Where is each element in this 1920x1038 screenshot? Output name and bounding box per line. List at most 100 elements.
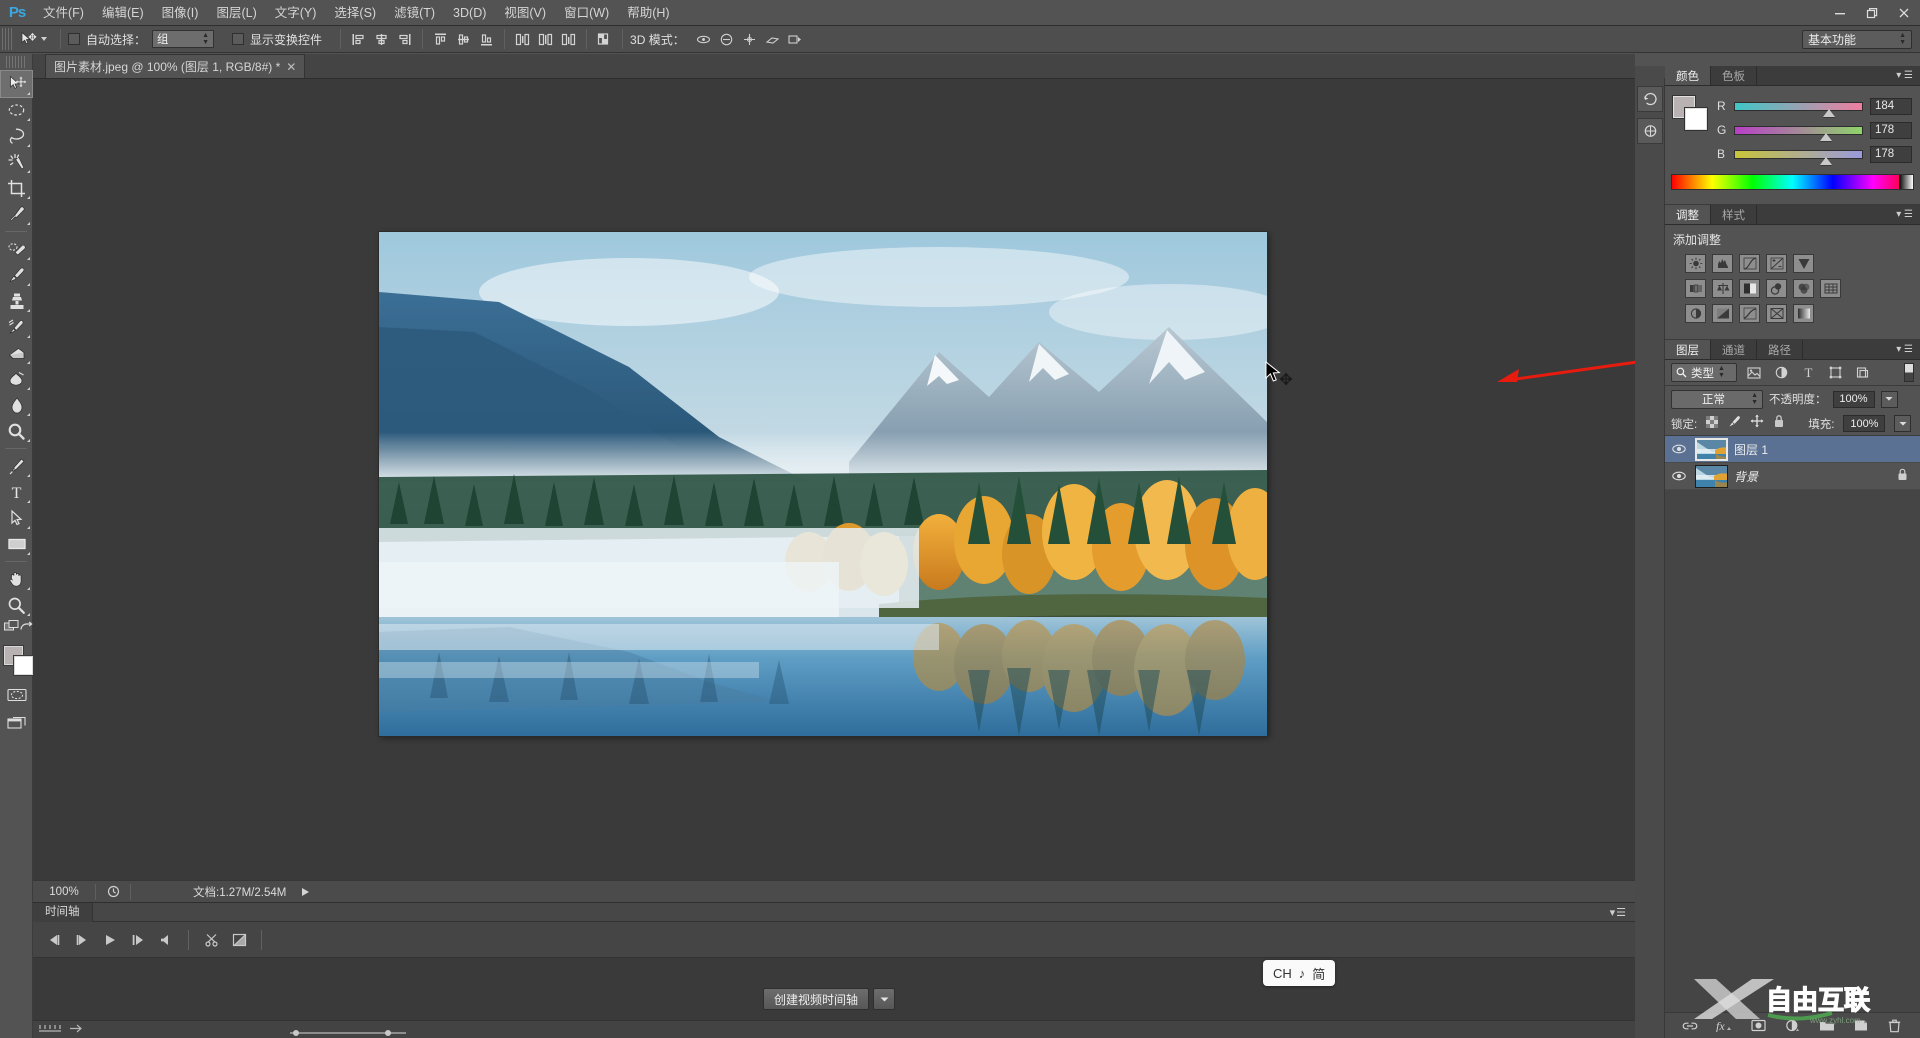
menu-help[interactable]: 帮助(H) [618,0,678,26]
pan-3d-object-icon[interactable] [739,29,760,49]
distribute-bottom-edges-icon[interactable] [558,29,579,49]
slide-3d-object-icon[interactable] [762,29,783,49]
fill-chevron-down-icon[interactable] [1894,415,1912,432]
distribute-vertical-centers-icon[interactable] [535,29,556,49]
curves-icon[interactable] [1739,254,1760,273]
roll-3d-object-icon[interactable] [716,29,737,49]
auto-align-layers-icon[interactable] [594,29,615,49]
layer-visibility-icon[interactable] [1669,471,1689,481]
audio-mute-button[interactable] [153,928,179,952]
align-top-edges-icon[interactable] [430,29,451,49]
tab-styles[interactable]: 样式 [1711,205,1757,224]
close-button[interactable] [1888,0,1920,26]
create-timeline-chevron-down-icon[interactable] [873,988,896,1010]
channel-slider-b[interactable] [1734,149,1863,165]
transition-button[interactable] [226,928,252,952]
photo-filter-icon[interactable] [1766,279,1787,298]
levels-icon[interactable] [1712,254,1733,273]
canvas-area[interactable] [33,79,1635,880]
tool-magic-wand[interactable] [1,149,32,175]
rail-properties-button[interactable] [1637,118,1663,144]
menu-image[interactable]: 图像(I) [153,0,208,26]
color-panel-swatches[interactable] [1673,96,1707,130]
history-clock-icon[interactable] [96,885,130,898]
tool-lasso[interactable] [1,123,32,149]
menu-layer[interactable]: 图层(L) [207,0,265,26]
create-video-timeline-button[interactable]: 创建视频时间轴 [763,988,870,1010]
close-icon[interactable]: ✕ [286,60,296,74]
auto-select-scope-select[interactable]: 组 ▲ ▼ [152,30,215,48]
link-icon[interactable] [1679,1015,1701,1037]
align-horizontal-centers-icon[interactable] [371,29,392,49]
swap-colors-icon[interactable] [20,620,33,638]
tool-crop[interactable] [1,175,32,201]
menu-edit[interactable]: 编辑(E) [93,0,153,26]
tool-marquee[interactable] [1,97,32,123]
tab-layers[interactable]: 图层 [1665,340,1711,359]
menu-file[interactable]: 文件(F) [34,0,93,26]
vibrance-icon[interactable] [1793,254,1814,273]
tool-brush[interactable] [1,262,32,288]
lock-image-pixels-icon[interactable] [1727,415,1741,433]
align-bottom-edges-icon[interactable] [476,29,497,49]
restore-button[interactable] [1856,0,1888,26]
menu-select[interactable]: 选择(S) [325,0,385,26]
tab-paths[interactable]: 路径 [1757,340,1803,359]
table-row[interactable]: 背景 [1665,463,1920,490]
channel-thumb-r[interactable] [1822,108,1835,117]
rail-history-button[interactable] [1637,86,1663,112]
filter-shape-icon[interactable] [1825,363,1845,382]
gradient-map-icon[interactable] [1793,304,1814,323]
convert-to-frame-animation-icon[interactable] [69,1021,83,1038]
lock-transparent-pixels-icon[interactable] [1706,415,1719,433]
layer-filter-kind-select[interactable]: 类型 ▲ ▼ [1671,363,1737,382]
black-white-icon[interactable] [1739,279,1760,298]
distribute-top-edges-icon[interactable] [512,29,533,49]
color-panel-menu-icon[interactable]: ▾ ☰ [1889,66,1920,85]
lock-all-icon[interactable] [1773,414,1785,433]
timeline-panel-menu-icon[interactable]: ▾☰ [1610,906,1627,919]
threshold-icon[interactable] [1739,304,1760,323]
tool-gradient[interactable] [1,366,32,392]
exposure-icon[interactable] [1766,254,1787,273]
tab-swatches[interactable]: 色板 [1711,66,1757,85]
opacity-value[interactable]: 100% [1832,390,1875,408]
previous-frame-button[interactable] [69,928,95,952]
filter-enable-toggle[interactable] [1904,363,1914,382]
filter-type-icon[interactable]: T [1798,363,1818,382]
auto-select-checkbox[interactable] [68,33,80,45]
align-right-edges-icon[interactable] [394,29,415,49]
color-lookup-icon[interactable] [1820,279,1841,298]
tab-timeline[interactable]: 时间轴 [33,902,93,922]
minimize-button[interactable] [1824,0,1856,26]
blend-mode-select[interactable]: 正常 ▲ ▼ [1671,389,1763,409]
split-clip-button[interactable] [198,928,224,952]
workspace-switcher[interactable]: 基本功能 ▲ ▼ [1802,29,1912,49]
tool-eyedropper[interactable] [1,201,32,227]
layer-name[interactable]: 图层 1 [1734,441,1768,458]
filter-pixel-icon[interactable] [1744,363,1764,382]
frame-view-icon[interactable] [39,1025,61,1034]
brightness-contrast-icon[interactable] [1685,254,1706,273]
tool-path-selection[interactable] [1,505,32,531]
new-layer-icon[interactable] [1850,1015,1872,1037]
tool-clone-stamp[interactable] [1,288,32,314]
menu-3d[interactable]: 3D(D) [444,0,495,26]
fx-icon[interactable]: fx [1713,1015,1735,1037]
tools-panel-grip[interactable] [6,56,26,68]
selective-color-icon[interactable] [1766,304,1787,323]
go-to-first-frame-button[interactable] [41,928,67,952]
quick-mask-small-icon[interactable] [4,620,20,638]
tool-zoom[interactable] [1,592,32,618]
layer-name[interactable]: 背景 [1734,468,1758,485]
tool-type[interactable]: T [1,479,32,505]
adjustment-icon[interactable] [1781,1015,1803,1037]
menu-type[interactable]: 文字(Y) [266,0,326,26]
hue-saturation-icon[interactable] [1685,279,1706,298]
adjustments-panel-menu-icon[interactable]: ▾ ☰ [1889,205,1920,224]
background-color-swatch[interactable] [1685,108,1707,130]
mask-icon[interactable] [1747,1015,1769,1037]
table-row[interactable]: 图层 1 [1665,436,1920,463]
play-button[interactable] [97,928,123,952]
channel-value-b[interactable]: 178 [1870,145,1912,163]
